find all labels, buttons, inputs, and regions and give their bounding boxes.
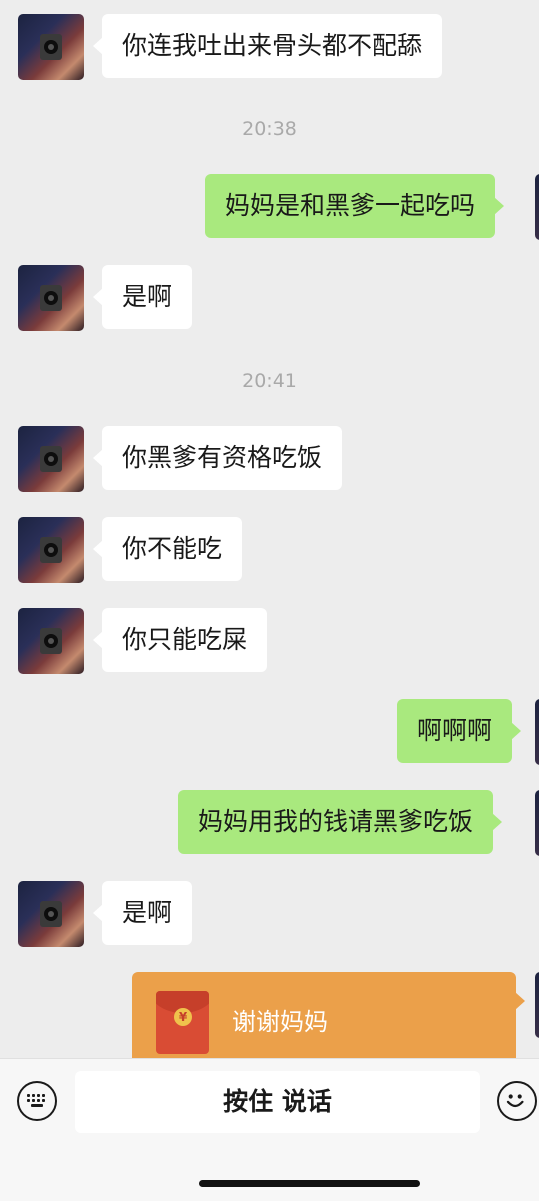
red-envelope-icon: ¥ xyxy=(156,991,209,1054)
contact-avatar[interactable] xyxy=(18,517,84,583)
home-indicator xyxy=(199,1180,420,1187)
self-avatar[interactable] xyxy=(535,174,539,240)
message-bubble[interactable]: 妈妈用我的钱请黑爹吃饭 xyxy=(178,790,503,854)
message-bubble[interactable]: 是啊 xyxy=(92,265,193,329)
timestamp: 20:41 xyxy=(242,370,297,392)
hold-to-talk-button[interactable]: 按住 说话 xyxy=(75,1071,480,1133)
contact-avatar[interactable] xyxy=(18,881,84,947)
self-avatar[interactable] xyxy=(535,790,539,856)
timestamp: 20:38 xyxy=(242,118,297,140)
contact-avatar[interactable] xyxy=(18,265,84,331)
message-bubble[interactable]: 是啊 xyxy=(92,881,193,945)
keyboard-icon[interactable] xyxy=(17,1081,57,1121)
emoji-icon[interactable] xyxy=(497,1081,537,1121)
contact-avatar[interactable] xyxy=(18,608,84,674)
red-packet-title: 谢谢妈妈 xyxy=(232,1008,328,1036)
self-avatar[interactable] xyxy=(535,699,539,765)
self-avatar[interactable] xyxy=(535,972,539,1038)
message-bubble[interactable]: 你不能吃 xyxy=(92,517,243,581)
message-bubble[interactable]: 妈妈是和黑爹一起吃吗 xyxy=(205,174,505,238)
contact-avatar[interactable] xyxy=(18,14,84,80)
message-bubble[interactable]: 啊啊啊 xyxy=(397,699,522,763)
contact-avatar[interactable] xyxy=(18,426,84,492)
message-bubble[interactable]: 你黑爹有资格吃饭 xyxy=(92,426,343,490)
red-packet-card[interactable]: ¥ 谢谢妈妈 xyxy=(132,972,525,1058)
chat-area[interactable]: 你连我吐出来骨头都不配舔 20:38 妈妈是和黑爹一起吃吗 是啊 20:41 你… xyxy=(0,0,539,1058)
message-bubble[interactable]: 你连我吐出来骨头都不配舔 xyxy=(92,14,443,78)
message-bubble[interactable]: 你只能吃屎 xyxy=(92,608,268,672)
coin-icon: ¥ xyxy=(174,1008,192,1026)
